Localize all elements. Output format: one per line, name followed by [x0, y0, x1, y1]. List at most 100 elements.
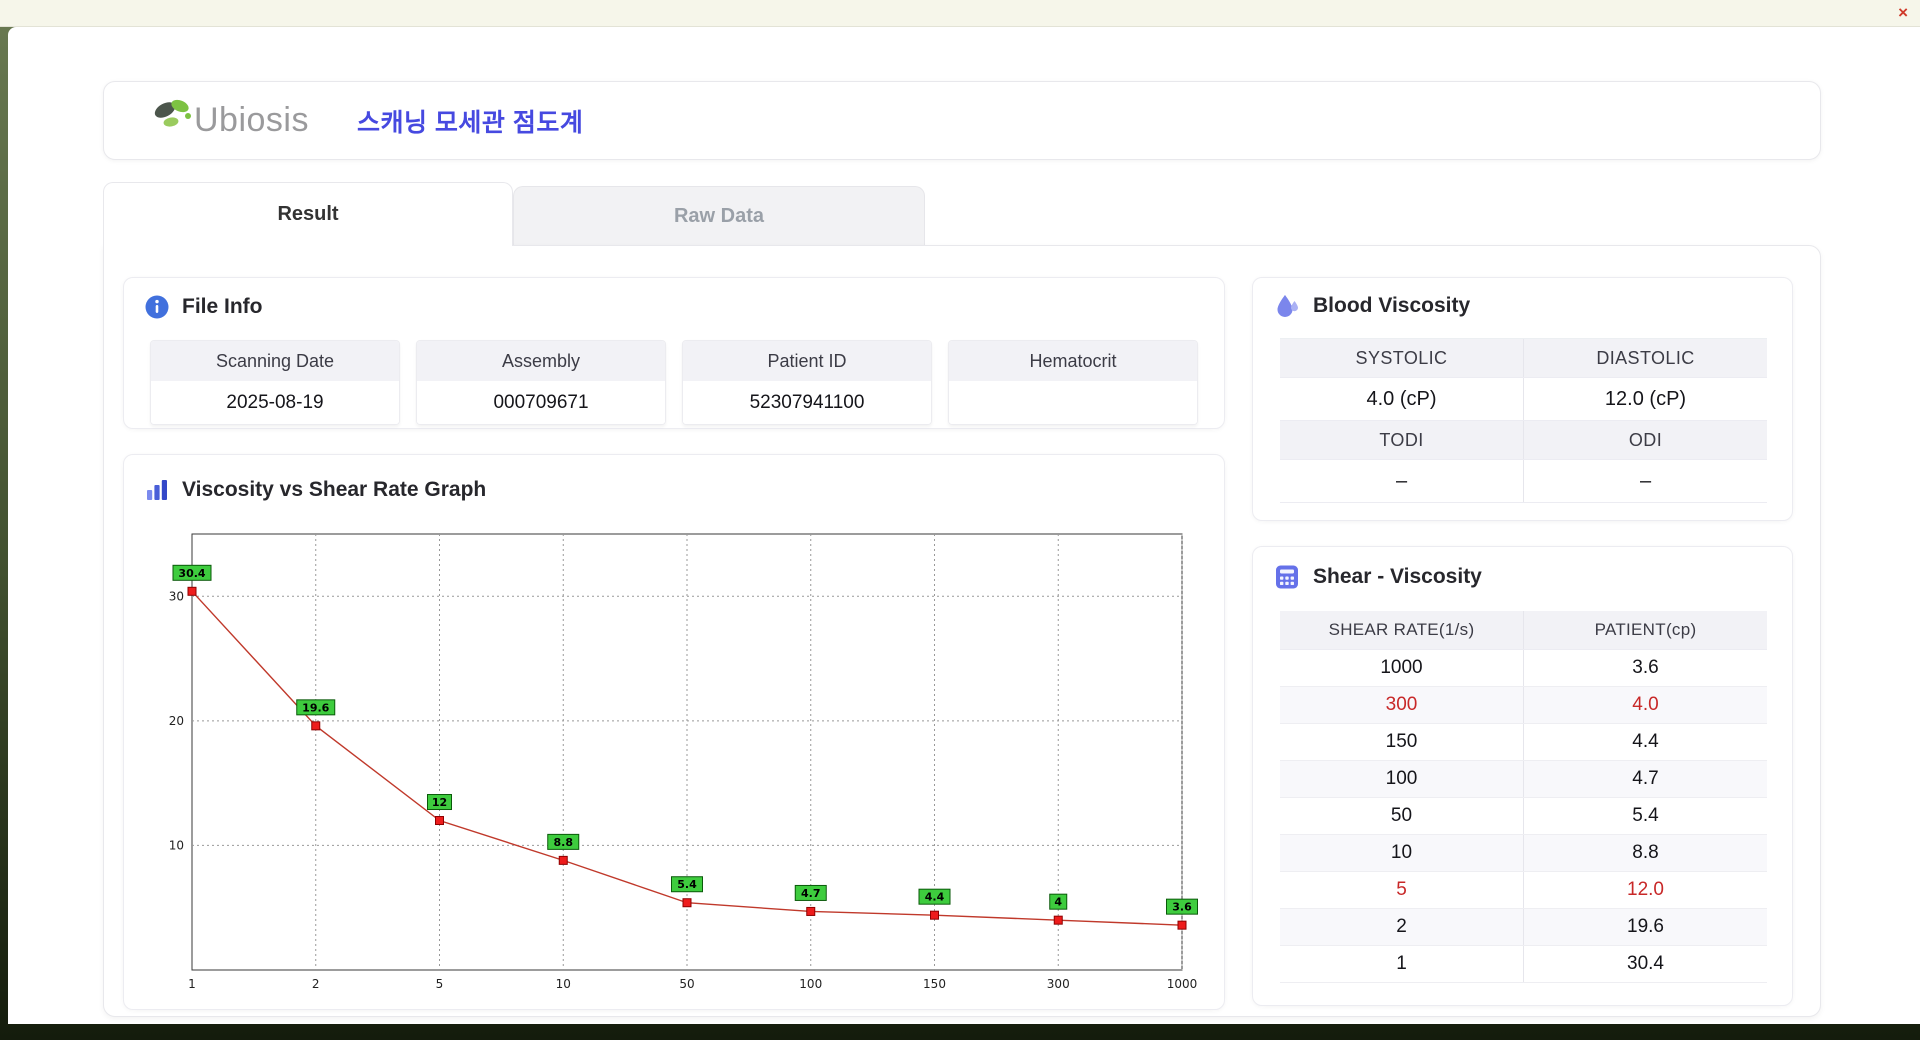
svg-text:5: 5 [436, 977, 444, 991]
ubiosis-leaf-icon [154, 99, 191, 127]
shear-viscosity-section: Shear - Viscosity SHEAR RATE(1/s) PATIEN… [1252, 546, 1793, 1006]
svg-text:20: 20 [169, 714, 184, 728]
field-label: Patient ID [683, 341, 931, 381]
bar-chart-icon [147, 480, 167, 500]
svg-text:10: 10 [169, 838, 184, 852]
svg-text:100: 100 [799, 977, 822, 991]
file-info-fields: Scanning Date 2025-08-19 Assembly 000709… [150, 340, 1198, 425]
svg-text:4: 4 [1054, 896, 1062, 909]
patient-cell: 12.0 [1627, 879, 1664, 900]
todi-value: – [1280, 460, 1524, 502]
blood-viscosity-table: SYSTOLIC DIASTOLIC 4.0 (cP) 12.0 (cP) TO… [1280, 338, 1767, 503]
table-body: 1000 3.6 300 4.0 150 4.4 100 4.7 50 5.4 10 8.8 5 12.0… [1280, 650, 1767, 983]
blood-viscosity-header: Blood Viscosity [1273, 292, 1470, 320]
page-title: 스캐닝 모세관 점도계 [356, 108, 584, 137]
patient-column-header: PATIENT(cp) [1594, 620, 1697, 639]
svg-text:4.7: 4.7 [801, 887, 821, 900]
calculator-icon [1276, 565, 1298, 589]
table-row: 1000 3.6 [1280, 650, 1767, 687]
viscosity-chart: 1 2 5 10 50 100 150 300 100010203030.419.6128.85… [169, 533, 1198, 991]
tab-raw-data-label: Raw Data [673, 204, 765, 227]
shear-rate-cell: 10 [1280, 835, 1524, 871]
svg-text:3.6: 3.6 [1172, 901, 1192, 914]
logo-text: Ubiosis [194, 101, 309, 139]
shear-viscosity-header: Shear - Viscosity [1273, 563, 1482, 591]
table-row: 10 8.8 [1280, 835, 1767, 872]
tab-raw-data[interactable]: Raw Data [513, 186, 925, 245]
blood-viscosity-section: Blood Viscosity SYSTOLIC DIASTOLIC 4.0 (… [1252, 277, 1793, 521]
viscosity-graph-section: Viscosity vs Shear Rate Graph 1 2 5 10 50 100… [123, 454, 1225, 1010]
field-label: Assembly [417, 341, 665, 381]
svg-text:1: 1 [188, 977, 196, 991]
shear-rate-column-header: SHEAR RATE(1/s) [1280, 611, 1524, 649]
info-icon [145, 295, 169, 319]
table-row: 2 19.6 [1280, 909, 1767, 946]
close-icon[interactable]: × [1898, 4, 1908, 22]
patient-cell: 5.4 [1632, 805, 1659, 826]
field-label: Hematocrit [949, 341, 1197, 381]
file-info-section: File Info Scanning Date 2025-08-19 Assem… [123, 277, 1225, 429]
svg-text:30.4: 30.4 [178, 567, 205, 580]
svg-text:1000: 1000 [1167, 977, 1198, 991]
field-value: 000709671 [417, 381, 665, 424]
svg-text:150: 150 [923, 977, 946, 991]
shear-rate-cell: 150 [1280, 724, 1524, 760]
svg-text:12: 12 [432, 796, 447, 809]
todi-header: TODI [1280, 421, 1524, 459]
shear-rate-cell: 1 [1280, 946, 1524, 982]
table-row: 50 5.4 [1280, 798, 1767, 835]
shear-rate-cell: 1000 [1280, 650, 1524, 686]
svg-text:300: 300 [1047, 977, 1070, 991]
svg-text:50: 50 [679, 977, 694, 991]
field-assembly: Assembly 000709671 [416, 340, 666, 425]
field-hematocrit: Hematocrit [948, 340, 1198, 425]
systolic-value: 4.0 (cP) [1280, 378, 1524, 420]
field-scanning-date: Scanning Date 2025-08-19 [150, 340, 400, 425]
app-window: Ubiosis 스캐닝 모세관 점도계 Result Raw Data File… [8, 27, 1920, 1024]
svg-text:10: 10 [556, 977, 571, 991]
patient-cell: 8.8 [1632, 842, 1659, 863]
shear-viscosity-table: SHEAR RATE(1/s) PATIENT(cp) 1000 3.6 300 4.… [1280, 611, 1767, 983]
tab-result[interactable]: Result [103, 182, 513, 246]
patient-cell: 19.6 [1627, 916, 1664, 937]
shear-rate-cell: 50 [1280, 798, 1524, 834]
svg-text:8.8: 8.8 [554, 836, 574, 849]
shear-rate-cell: 5 [1280, 872, 1524, 908]
diastolic-value: 12.0 (cP) [1604, 387, 1687, 410]
systolic-header: SYSTOLIC [1280, 339, 1524, 377]
shear-rate-cell: 2 [1280, 909, 1524, 945]
field-value [949, 381, 1197, 424]
svg-text:5.4: 5.4 [677, 878, 697, 891]
ubiosis-logo: Ubiosis [150, 99, 309, 140]
table-row: 5 12.0 [1280, 872, 1767, 909]
content-card: File Info Scanning Date 2025-08-19 Assem… [103, 245, 1821, 1017]
table-row: 300 4.0 [1280, 687, 1767, 724]
odi-header: ODI [1524, 421, 1767, 459]
table-row: 1 30.4 [1280, 946, 1767, 983]
field-label: Scanning Date [151, 341, 399, 381]
patient-cell: 4.0 [1632, 694, 1659, 715]
svg-text:2: 2 [312, 977, 320, 991]
graph-title: Viscosity vs Shear Rate Graph [182, 478, 487, 501]
graph-header: Viscosity vs Shear Rate Graph [144, 477, 486, 503]
header-card: Ubiosis 스캐닝 모세관 점도계 [103, 81, 1821, 160]
field-value: 2025-08-19 [151, 381, 399, 424]
svg-text:4.4: 4.4 [925, 891, 945, 904]
svg-text:30: 30 [169, 589, 184, 603]
table-row: 100 4.7 [1280, 761, 1767, 798]
file-info-header: File Info [144, 294, 263, 320]
svg-text:19.6: 19.6 [302, 701, 329, 714]
odi-value: – [1639, 469, 1652, 492]
file-info-title: File Info [182, 295, 263, 318]
patient-cell: 30.4 [1627, 953, 1664, 974]
blood-viscosity-title: Blood Viscosity [1313, 294, 1471, 317]
title-bar: × [0, 0, 1920, 27]
patient-cell: 3.6 [1632, 657, 1659, 678]
tab-result-label: Result [277, 203, 339, 225]
field-patient-id: Patient ID 52307941100 [682, 340, 932, 425]
shear-rate-cell: 300 [1280, 687, 1524, 723]
table-row: 150 4.4 [1280, 724, 1767, 761]
patient-cell: 4.4 [1632, 731, 1659, 752]
droplet-icon [1277, 295, 1298, 317]
diastolic-header: DIASTOLIC [1524, 339, 1767, 377]
